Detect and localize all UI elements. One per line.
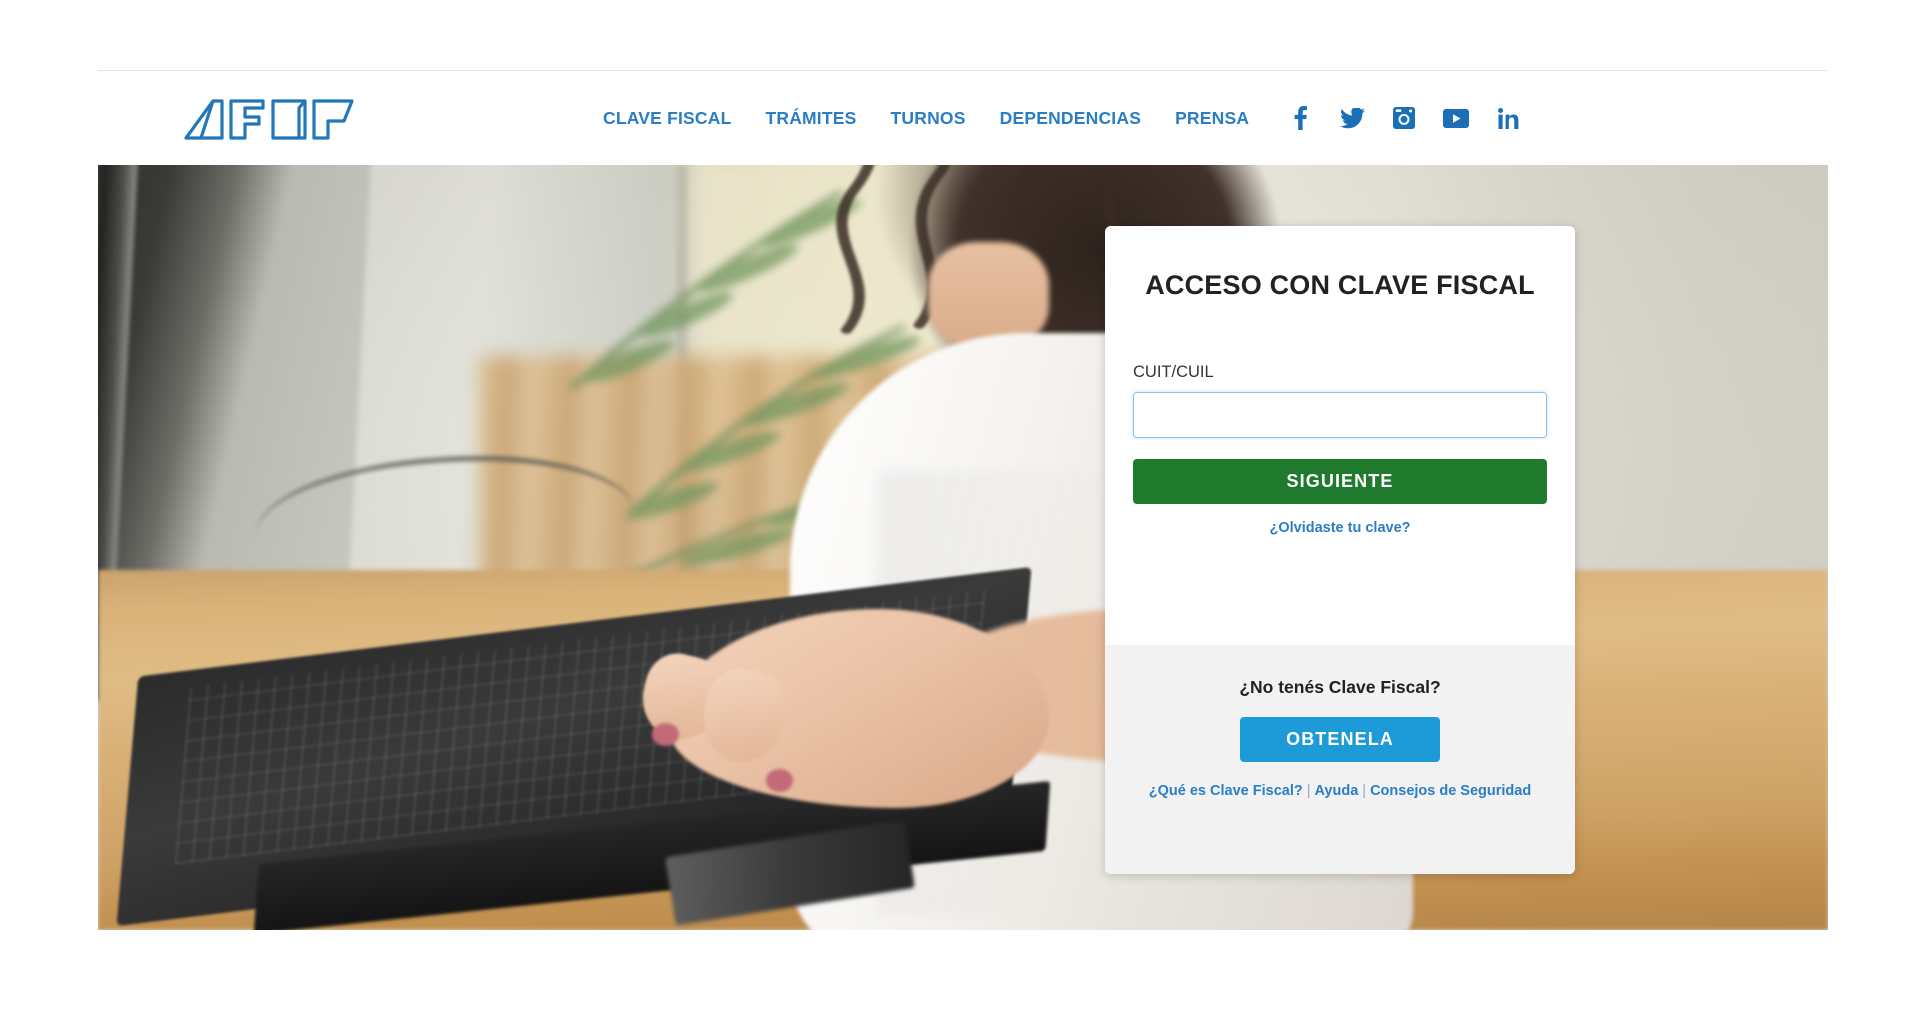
nav-item-tramites[interactable]: TRÁMITES: [748, 108, 873, 129]
login-title: ACCESO CON CLAVE FISCAL: [1145, 270, 1535, 300]
link-consejos-seguridad[interactable]: Consejos de Seguridad: [1370, 783, 1531, 799]
main-navigation: CLAVE FISCAL TRÁMITES TURNOS DEPENDENCIA…: [586, 71, 1534, 165]
nav-item-turnos[interactable]: TURNOS: [874, 108, 983, 129]
footer-links: ¿Qué es Clave Fiscal? | Ayuda | Consejos de …: [1133, 780, 1547, 802]
login-card: ACCESO CON CLAVE FISCAL CUIT/CUIL SIGUIE…: [1105, 226, 1575, 874]
instagram-icon[interactable]: [1378, 100, 1430, 136]
obtenela-button[interactable]: OBTENELA: [1240, 716, 1440, 762]
facebook-icon[interactable]: [1274, 100, 1326, 136]
siguiente-button[interactable]: SIGUIENTE: [1133, 459, 1547, 505]
twitter-icon[interactable]: [1326, 100, 1378, 136]
hero-banner: ACCESO CON CLAVE FISCAL CUIT/CUIL SIGUIE…: [98, 165, 1828, 930]
site-header: CLAVE FISCAL TRÁMITES TURNOS DEPENDENCIA…: [98, 71, 1828, 165]
no-clave-fiscal-title: ¿No tenés Clave Fiscal?: [1239, 677, 1441, 697]
forgot-password-link[interactable]: ¿Olvidaste tu clave?: [1133, 520, 1547, 536]
nav-item-prensa[interactable]: PRENSA: [1158, 108, 1266, 129]
link-que-es-clave-fiscal[interactable]: ¿Qué es Clave Fiscal?: [1149, 783, 1303, 799]
youtube-icon[interactable]: [1430, 100, 1482, 136]
page-root: CLAVE FISCAL TRÁMITES TURNOS DEPENDENCIA…: [0, 0, 1920, 1009]
social-links: [1274, 100, 1534, 136]
linkedin-icon[interactable]: [1482, 100, 1534, 136]
login-card-footer: ¿No tenés Clave Fiscal? OBTENELA ¿Qué es…: [1105, 645, 1575, 874]
link-separator-1: |: [1306, 782, 1311, 799]
cuit-input[interactable]: [1133, 392, 1547, 439]
link-separator-2: |: [1362, 782, 1367, 799]
afip-logo[interactable]: [183, 97, 358, 142]
link-ayuda[interactable]: Ayuda: [1315, 783, 1359, 799]
nav-item-clave-fiscal[interactable]: CLAVE FISCAL: [586, 108, 748, 129]
nav-item-dependencias[interactable]: DEPENDENCIAS: [983, 108, 1158, 129]
login-card-body: ACCESO CON CLAVE FISCAL CUIT/CUIL SIGUIE…: [1105, 226, 1575, 645]
cuit-label: CUIT/CUIL: [1133, 362, 1214, 381]
